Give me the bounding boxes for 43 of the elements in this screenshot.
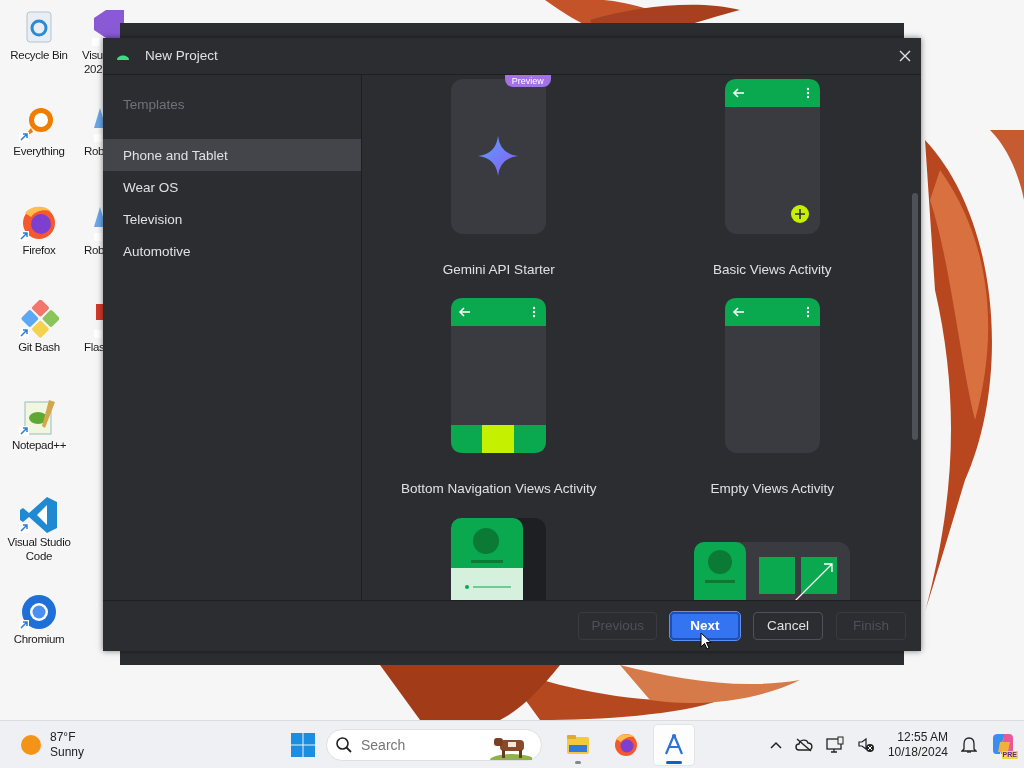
icon-label[interactable]: Chromium (13, 632, 65, 646)
cursor-icon (700, 632, 712, 650)
scrollbar-thumb[interactable] (912, 193, 918, 440)
template-name[interactable]: Basic Views Activity (713, 260, 832, 281)
dialog-button[interactable]: Next (670, 612, 740, 640)
preview-badge: Preview (504, 75, 551, 87)
running-indicator (575, 760, 581, 764)
template-name[interactable]: Empty Views Activity (710, 479, 834, 500)
chevron-up-icon[interactable] (769, 740, 782, 749)
clock-date[interactable]: 10/18/2024 (887, 744, 948, 760)
category-item[interactable]: Phone and Tablet (103, 139, 361, 172)
template-name[interactable]: Bottom Navigation Views Activity (400, 479, 597, 500)
weather-text[interactable]: Sunny (50, 744, 85, 760)
close-icon[interactable] (899, 50, 911, 62)
speaker-muted-icon[interactable] (856, 736, 875, 753)
icon-label[interactable]: Everything (13, 144, 65, 158)
running-indicator (666, 760, 682, 764)
icon-label[interactable]: Notepad++ (11, 438, 67, 452)
category-item[interactable]: Automotive (103, 235, 361, 268)
clock-time[interactable]: 12:55 AM (887, 729, 948, 745)
icon-label[interactable]: Git Bash (18, 340, 60, 354)
bell-icon[interactable] (961, 735, 977, 754)
display-icon[interactable] (825, 735, 844, 754)
icon-label[interactable]: Recycle Bin (10, 48, 68, 62)
temperature-text[interactable]: 87°F (50, 729, 85, 745)
phone-template-drawing[interactable] (451, 517, 547, 600)
phone-template-drawing[interactable] (451, 298, 547, 454)
firefox-icon (613, 731, 639, 758)
template-name[interactable]: Gemini API Starter (442, 260, 555, 281)
category-item[interactable]: Television (103, 203, 361, 236)
dialog-title: New Project (145, 46, 218, 65)
icon-label[interactable]: Visual Studio Code (7, 535, 71, 563)
icon-label[interactable]: 202 (84, 62, 103, 76)
search-icon (335, 735, 353, 754)
search-field[interactable]: Search (326, 728, 542, 761)
category-item[interactable]: Wear OS (103, 171, 361, 204)
cloud-icon[interactable] (794, 737, 813, 752)
icon-label[interactable]: Firefox (22, 243, 56, 257)
start-icon[interactable] (290, 731, 316, 758)
sidebar-heading: Templates (122, 96, 186, 114)
taskbar-app[interactable] (654, 724, 694, 765)
icon-label[interactable]: Visu (82, 48, 103, 62)
dialog-button[interactable]: Cancel (753, 612, 823, 640)
